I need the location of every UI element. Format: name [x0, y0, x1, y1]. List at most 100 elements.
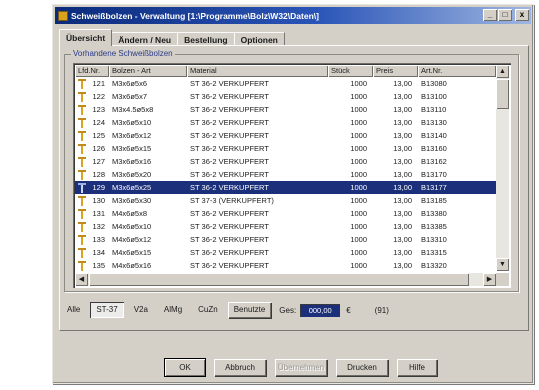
bolt-icon-cell — [75, 208, 89, 219]
table-row[interactable]: 125 M3x6ø5x12 ST 36-2 VERKUPFERT 1000 13,00 B… — [75, 129, 496, 142]
table-row[interactable]: 130 M3x6ø5x30 ST 37-3 (VERKUPFERT) 1000 13,0… — [75, 194, 496, 207]
tab-panel: Vorhandene Schweißbolzen Lfd.Nr. Bolzen … — [59, 45, 529, 331]
bolzen-art-cell: M3x6ø5x7 — [112, 92, 148, 101]
bolt-icon — [77, 104, 87, 115]
bolt-icon-cell — [75, 130, 89, 141]
preis-cell: 13,00 — [393, 92, 412, 101]
material-cell: ST 36-2 VERKUPFERT — [190, 248, 269, 257]
vertical-scrollbar[interactable]: ▲ ▼ — [496, 65, 509, 271]
material-cell: ST 36-2 VERKUPFERT — [190, 183, 269, 192]
column-header-preis[interactable]: Preis — [373, 65, 418, 77]
table-row[interactable]: 126 M3x6ø5x15 ST 36-2 VERKUPFERT 1000 13,00 B… — [75, 142, 496, 155]
bolt-icon — [77, 91, 87, 102]
bolt-icon-cell — [75, 169, 89, 180]
column-header-art-nr[interactable]: Art.Nr. — [418, 65, 496, 77]
art-nr-cell: B13140 — [421, 131, 447, 140]
bolzen-art-cell: M4x6ø5x15 — [112, 248, 152, 257]
scroll-up-button[interactable]: ▲ — [496, 65, 509, 78]
column-header-lfd-nr[interactable]: Lfd.Nr. — [75, 65, 109, 77]
maximize-button[interactable]: □ — [498, 9, 512, 21]
bolt-icon — [77, 130, 87, 141]
window-controls: _ □ x — [483, 9, 529, 21]
ok-button[interactable]: OK — [165, 359, 205, 376]
art-nr-cell: B13080 — [421, 79, 447, 88]
bolt-icon-cell — [75, 247, 89, 258]
stueck-cell: 1000 — [350, 144, 367, 153]
table-row[interactable]: 134 M4x6ø5x15 ST 36-2 VERKUPFERT 1000 13,00 B… — [75, 246, 496, 259]
bolts-list[interactable]: Lfd.Nr. Bolzen - Art Material Stück Prei… — [73, 63, 511, 288]
table-row[interactable]: 135 M4x6ø5x16 ST 36-2 VERKUPFERT 1000 13,00 B… — [75, 259, 496, 272]
bolt-icon — [77, 247, 87, 258]
table-row[interactable]: 123 M3x4.5ø5x8 ST 36-2 VERKUPFERT 1000 13,00… — [75, 103, 496, 116]
bolt-icon — [77, 195, 87, 206]
horizontal-scroll-thumb[interactable] — [89, 273, 469, 286]
scroll-left-button[interactable]: ◀ — [75, 273, 88, 286]
bolt-icon — [77, 156, 87, 167]
column-header-material[interactable]: Material — [187, 65, 328, 77]
vertical-scroll-thumb[interactable] — [496, 79, 509, 109]
help-button[interactable]: Hilfe — [397, 359, 437, 376]
bolzen-art-cell: M3x6ø5x15 — [112, 144, 152, 153]
art-nr-cell: B13185 — [421, 196, 447, 205]
material-cell: ST 36-2 VERKUPFERT — [190, 131, 269, 140]
art-nr-cell: B13177 — [421, 183, 447, 192]
table-row[interactable]: 122 M3x6ø5x7 ST 36-2 VERKUPFERT 1000 13,00 B1… — [75, 90, 496, 103]
close-button[interactable]: x — [515, 9, 529, 21]
filter-benutzte-button[interactable]: Benutzte — [228, 302, 272, 318]
table-row[interactable]: 133 M4x6ø5x12 ST 36-2 VERKUPFERT 1000 13,00 B… — [75, 233, 496, 246]
tab-uebersicht[interactable]: Übersicht — [59, 29, 113, 46]
table-row[interactable]: 124 M3x6ø5x10 ST 36-2 VERKUPFERT 1000 13,00 B… — [75, 116, 496, 129]
stueck-cell: 1000 — [350, 157, 367, 166]
bolt-icon — [77, 221, 87, 232]
horizontal-scrollbar[interactable]: ◀ ▶ — [75, 273, 496, 286]
art-nr-cell: B13315 — [421, 248, 447, 257]
material-cell: ST 36-2 VERKUPFERT — [190, 144, 269, 153]
material-cell: ST 36-2 VERKUPFERT — [190, 235, 269, 244]
bolzen-art-cell: M4x6ø5x8 — [112, 209, 148, 218]
list-rows: 121 M3x6ø5x6 ST 36-2 VERKUPFERT 1000 13,00 B1… — [75, 77, 496, 272]
material-cell: ST 36-2 VERKUPFERT — [190, 170, 269, 179]
tab-optionen[interactable]: Optionen — [233, 32, 285, 46]
title-bar[interactable]: Schweißbolzen - Verwaltung [1:\Programme… — [55, 7, 531, 24]
preis-cell: 13,00 — [393, 131, 412, 140]
main-window: Schweißbolzen - Verwaltung [1:\Programme… — [52, 4, 534, 384]
column-header-bolzen-art[interactable]: Bolzen - Art — [109, 65, 187, 77]
tab-aendern-neu[interactable]: Ändern / Neu — [111, 32, 179, 46]
table-row[interactable]: 131 M4x6ø5x8 ST 36-2 VERKUPFERT 1000 13,00 B1… — [75, 207, 496, 220]
scroll-down-button[interactable]: ▼ — [496, 258, 509, 271]
filter-cuzn-button[interactable]: CuZn — [192, 302, 224, 318]
filter-alle-button[interactable]: Alle — [61, 302, 86, 318]
tab-bestellung[interactable]: Bestellung — [177, 32, 235, 46]
stueck-cell: 1000 — [350, 183, 367, 192]
bolt-icon-cell — [75, 221, 89, 232]
lfd-nr-cell: 130 — [92, 196, 105, 205]
material-cell: ST 36-2 VERKUPFERT — [190, 157, 269, 166]
column-header-stueck[interactable]: Stück — [328, 65, 373, 77]
filter-v2a-button[interactable]: V2a — [128, 302, 154, 318]
bolt-icon-cell — [75, 234, 89, 245]
scroll-right-button[interactable]: ▶ — [483, 273, 496, 286]
bolt-icon-cell — [75, 78, 89, 89]
groupbox-label: Vorhandene Schweißbolzen — [71, 49, 175, 58]
filter-almg-button[interactable]: AlMg — [158, 302, 188, 318]
table-row[interactable]: 128 M3x6ø5x20 ST 36-2 VERKUPFERT 1000 13,00 B… — [75, 168, 496, 181]
print-button[interactable]: Drucken — [336, 359, 388, 376]
art-nr-cell: B13170 — [421, 170, 447, 179]
table-row[interactable]: 129 M3x6ø5x25 ST 36-2 VERKUPFERT 1000 13,00 B… — [75, 181, 496, 194]
cancel-button[interactable]: Abbruch — [214, 359, 266, 376]
apply-button[interactable]: Übernehmen — [275, 359, 327, 376]
lfd-nr-cell: 122 — [92, 92, 105, 101]
lfd-nr-cell: 123 — [92, 105, 105, 114]
preis-cell: 13,00 — [393, 79, 412, 88]
stueck-cell: 1000 — [350, 131, 367, 140]
table-row[interactable]: 127 M3x6ø5x16 ST 36-2 VERKUPFERT 1000 13,00 B… — [75, 155, 496, 168]
filter-st37-button[interactable]: ST-37 — [90, 302, 124, 318]
preis-cell: 13,00 — [393, 222, 412, 231]
table-row[interactable]: 132 M4x6ø5x10 ST 36-2 VERKUPFERT 1000 13,00 B… — [75, 220, 496, 233]
bolzen-art-cell: M3x6ø5x12 — [112, 131, 152, 140]
minimize-button[interactable]: _ — [483, 9, 497, 21]
art-nr-cell: B13160 — [421, 144, 447, 153]
preis-cell: 13,00 — [393, 170, 412, 179]
table-row[interactable]: 121 M3x6ø5x6 ST 36-2 VERKUPFERT 1000 13,00 B1… — [75, 77, 496, 90]
stueck-cell: 1000 — [350, 248, 367, 257]
